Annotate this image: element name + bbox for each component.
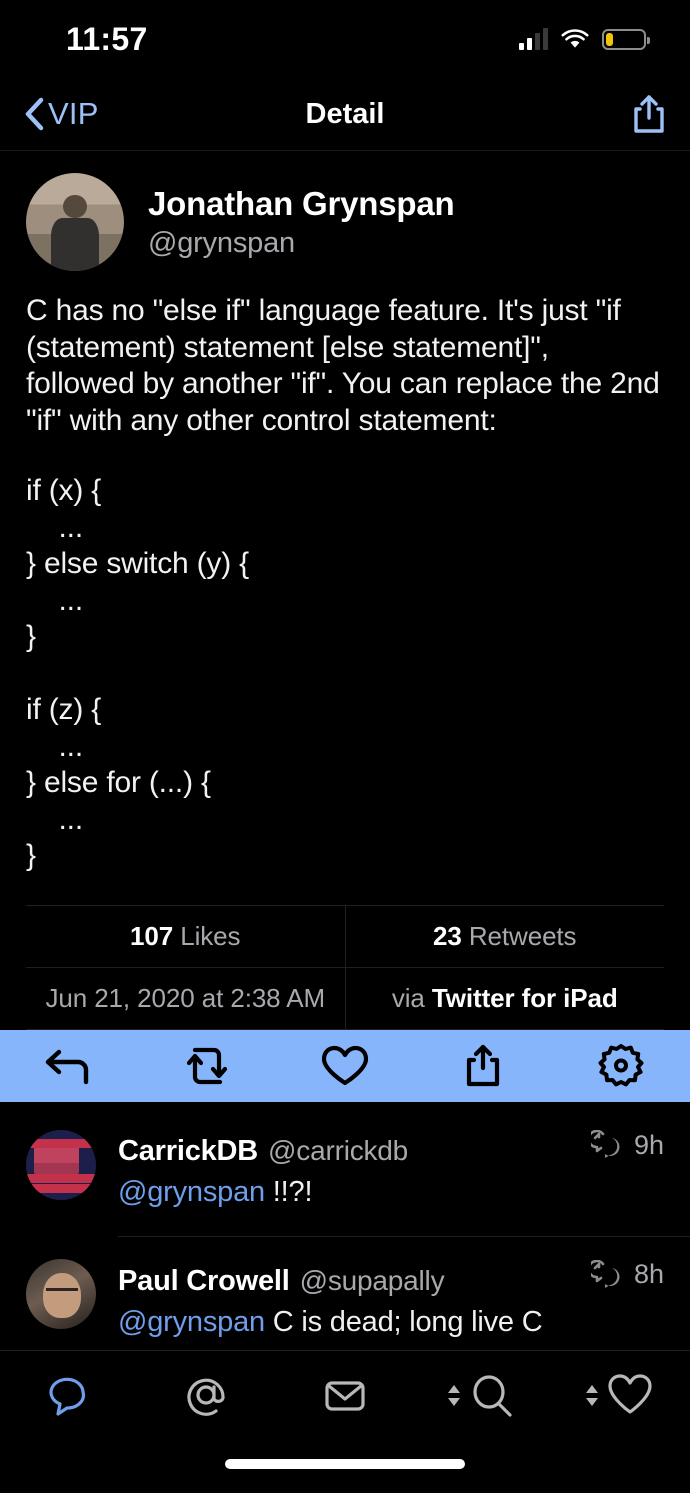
tab-list: [0, 1351, 690, 1439]
reply-item[interactable]: CarrickDB @carrickdb 9h @grynspan !!?!: [0, 1108, 690, 1237]
tab-timeline[interactable]: [0, 1351, 138, 1439]
avatar-jonathan-grynspan[interactable]: [26, 173, 124, 271]
share-icon: [634, 95, 664, 133]
stats-row-counts: 107 Likes 23 Retweets: [26, 905, 665, 968]
reply-author-name: CarrickDB: [118, 1135, 259, 1167]
magnifier-icon: [473, 1375, 512, 1417]
tweet-code-block: if (x) { ... } else switch (y) { ... } i…: [26, 474, 249, 872]
stats-row-source: Jun 21, 2020 at 2:38 AM via Twitter for …: [26, 967, 665, 1030]
bottom-tab-bar: [0, 1350, 690, 1493]
status-bar: 11:57: [0, 0, 690, 78]
likes-stat[interactable]: 107 Likes: [26, 905, 346, 967]
app-screen: 11:57 VIP Detail Jonathan Grynspan @gryn…: [0, 0, 690, 1493]
reply-header: CarrickDB @carrickdb 9h: [118, 1130, 664, 1169]
tab-search[interactable]: [414, 1351, 552, 1439]
tweet-action-bar: [0, 1029, 690, 1102]
share-button[interactable]: [630, 93, 668, 135]
chevron-left-icon: [25, 97, 44, 131]
avatar-carrickdb[interactable]: [26, 1129, 96, 1200]
page-title: Detail: [305, 97, 385, 130]
reply-mention[interactable]: @grynspan: [118, 1306, 265, 1338]
status-bar-indicators: [519, 28, 650, 50]
reply-text: @grynspan !!?!: [118, 1174, 664, 1210]
tab-mentions[interactable]: [138, 1351, 276, 1439]
retweet-button[interactable]: [149, 1030, 265, 1102]
via-prefix: via: [391, 982, 425, 1013]
reply-meta: 8h: [590, 1259, 664, 1290]
reply-icon: [45, 1049, 89, 1084]
author-name: Jonathan Grynspan: [148, 184, 455, 222]
tab-likes[interactable]: [552, 1351, 690, 1439]
reply-author-handle: @supapally: [299, 1264, 445, 1296]
reply-content: CarrickDB @carrickdb 9h @grynspan !!?!: [118, 1130, 664, 1237]
tweet-author[interactable]: Jonathan Grynspan @grynspan: [26, 173, 664, 271]
retweets-count: 23: [433, 920, 462, 951]
navigation-bar: VIP Detail: [0, 78, 690, 150]
retweet-icon: [186, 1047, 228, 1084]
cellular-signal-icon: [519, 28, 548, 50]
tweet-timestamp: Jun 21, 2020 at 2:38 AM: [26, 967, 346, 1029]
author-handle: @grynspan: [148, 226, 295, 259]
tweet-stats: 107 Likes 23 Retweets Jun 21, 2020 at 2:…: [26, 904, 665, 1030]
tweet-detail: Jonathan Grynspan @grynspan C has no "el…: [0, 151, 690, 1030]
reply-item[interactable]: Paul Crowell @supapally 8h @grynspan C i…: [0, 1237, 690, 1366]
reply-meta: 9h: [590, 1129, 664, 1161]
reply-body: C is dead; long live C: [264, 1305, 543, 1338]
reply-mention[interactable]: @grynspan: [118, 1176, 265, 1208]
reply-author-handle: @carrickdb: [268, 1135, 409, 1166]
avatar-paul-crowell[interactable]: [26, 1259, 96, 1329]
source-app: Twitter for iPad: [431, 982, 618, 1013]
reply-body: !!?!: [264, 1176, 313, 1208]
author-names: Jonathan Grynspan @grynspan: [148, 185, 455, 260]
reply-text: @grynspan C is dead; long live C: [118, 1304, 664, 1340]
search-stepper-icon: [448, 1384, 460, 1406]
replies-list: CarrickDB @carrickdb 9h @grynspan !!?! P…: [0, 1102, 690, 1367]
reply-header: Paul Crowell @supapally 8h: [118, 1259, 664, 1298]
retweets-label: Retweets: [468, 920, 577, 951]
settings-button[interactable]: [563, 1030, 679, 1102]
likes-stepper-icon: [586, 1384, 598, 1406]
likes-count: 107: [130, 920, 174, 951]
heart-icon: [321, 1045, 369, 1085]
back-button-label: VIP: [48, 96, 99, 131]
like-button[interactable]: [287, 1030, 403, 1102]
reply-timestamp: 8h: [633, 1259, 664, 1289]
share-icon: [466, 1044, 500, 1086]
tweet-body-text: C has no "else if" language feature. It'…: [26, 294, 668, 437]
home-indicator: [225, 1459, 465, 1469]
likes-label: Likes: [180, 920, 241, 951]
at-sign-icon: [187, 1378, 225, 1416]
tweet-source[interactable]: via Twitter for iPad: [346, 968, 665, 1029]
share-action-button[interactable]: [425, 1030, 541, 1102]
wifi-icon: [561, 28, 589, 48]
battery-icon: [602, 28, 650, 50]
reply-author-name: Paul Crowell: [118, 1264, 290, 1297]
reply-button[interactable]: [11, 1030, 127, 1102]
retweets-stat[interactable]: 23 Retweets: [346, 906, 665, 967]
reply-timestamp: 9h: [633, 1129, 664, 1160]
speech-bubble-icon: [49, 1377, 86, 1416]
envelope-icon: [325, 1381, 365, 1411]
heart-outline-icon: [608, 1374, 652, 1414]
conversation-reply-icon: [590, 1259, 620, 1288]
back-button[interactable]: VIP: [22, 96, 99, 132]
status-bar-clock: 11:57: [66, 20, 148, 57]
tab-messages[interactable]: [276, 1351, 414, 1439]
gear-icon: [598, 1043, 644, 1086]
conversation-reply-icon: [590, 1130, 620, 1158]
